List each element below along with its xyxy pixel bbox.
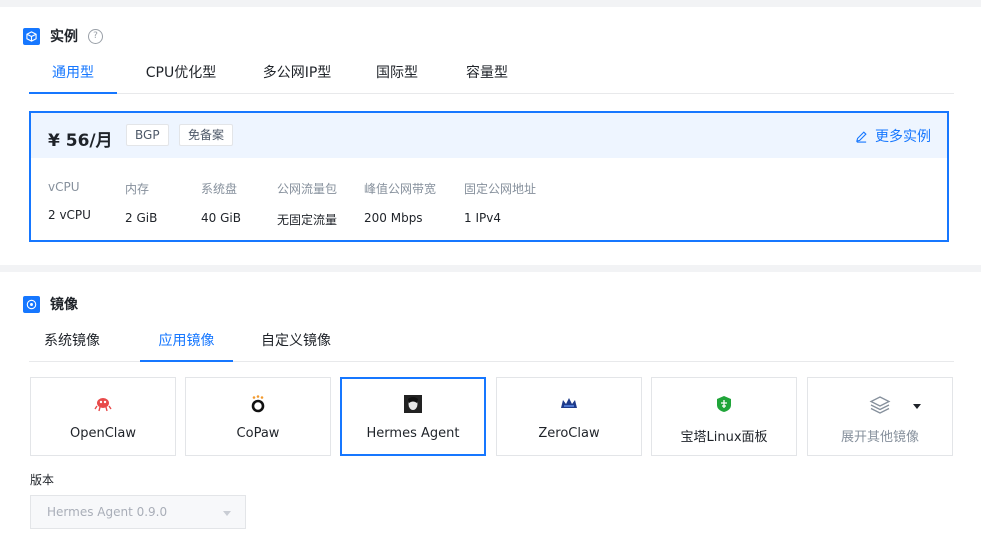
image-header: 镜像: [23, 294, 78, 314]
app-name: ZeroClaw: [538, 426, 600, 441]
spec-label: vCPU: [48, 180, 80, 194]
app-card-expand-more[interactable]: 展开其他镜像: [807, 377, 953, 456]
spec-traffic: 公网流量包 无固定流量: [277, 180, 337, 228]
spec-value: 200 Mbps: [364, 211, 423, 225]
tab-general[interactable]: 通用型: [29, 60, 117, 94]
tab-system-image[interactable]: 系统镜像: [41, 328, 103, 361]
spec-value: 2 GiB: [125, 211, 158, 225]
more-instances-label: 更多实例: [875, 129, 931, 145]
spec-label: 内存: [125, 182, 150, 196]
spec-public-ip: 固定公网地址 1 IPv4: [464, 180, 536, 225]
tab-app-image[interactable]: 应用镜像: [140, 328, 233, 362]
tab-international[interactable]: 国际型: [372, 60, 422, 93]
chevron-down-icon: [913, 404, 921, 409]
app-name: Hermes Agent: [366, 426, 460, 441]
more-instances-link[interactable]: 更多实例: [855, 126, 931, 146]
baota-icon: [717, 396, 731, 412]
chevron-down-icon: [223, 511, 231, 516]
tag-bgp: BGP: [126, 124, 169, 146]
image-title: 镜像: [50, 297, 78, 313]
edit-icon: [856, 130, 867, 143]
layers-icon: [869, 396, 891, 414]
version-select[interactable]: Hermes Agent 0.9.0: [30, 495, 246, 529]
app-name: 宝塔Linux面板: [680, 430, 768, 445]
app-name: CoPaw: [236, 426, 280, 441]
spec-label: 公网流量包: [277, 182, 338, 196]
app-card-copaw[interactable]: CoPaw: [185, 377, 331, 456]
hermes-agent-icon: [404, 395, 422, 413]
tab-multi-ip[interactable]: 多公网IP型: [255, 60, 339, 93]
tab-cpu-optimized[interactable]: CPU优化型: [135, 60, 227, 93]
spec-disk: 系统盘 40 GiB: [201, 180, 241, 225]
spec-bandwidth: 峰值公网带宽 200 Mbps: [364, 180, 436, 225]
instance-section: 实例 ? 通用型 CPU优化型 多公网IP型 国际型 容量型 ¥ 56/月 BG…: [0, 7, 981, 265]
spec-label: 系统盘: [201, 182, 238, 196]
spec-label: 固定公网地址: [464, 182, 537, 196]
app-name: OpenClaw: [69, 426, 136, 441]
copaw-icon: [251, 395, 265, 413]
image-tabs: 系统镜像 应用镜像 自定义镜像: [29, 328, 954, 362]
spec-label: 峰值公网带宽: [364, 182, 437, 196]
instance-header: 实例 ?: [23, 26, 103, 46]
openclaw-icon: [94, 398, 112, 412]
image-disc-icon: [23, 295, 40, 313]
help-icon[interactable]: ?: [88, 28, 103, 44]
app-name: 展开其他镜像: [840, 430, 919, 445]
tab-custom-image[interactable]: 自定义镜像: [257, 328, 335, 361]
version-label: 版本: [30, 473, 55, 487]
plan-header: ¥ 56/月 BGP 免备案 更多实例: [31, 113, 947, 158]
spec-vcpu: vCPU 2 vCPU: [48, 180, 91, 222]
tag-no-filing: 免备案: [179, 124, 234, 146]
spec-value: 40 GiB: [201, 211, 241, 225]
version-value: Hermes Agent 0.9.0: [47, 505, 168, 519]
instance-plan-card[interactable]: ¥ 56/月 BGP 免备案 更多实例 vCPU 2 vCPU 内存 2 GiB…: [29, 111, 949, 242]
app-card-hermes-agent[interactable]: Hermes Agent: [340, 377, 486, 456]
image-section: 镜像 系统镜像 应用镜像 自定义镜像 OpenClaw CoPaw Hermes…: [0, 272, 981, 536]
plan-price: ¥ 56/月: [48, 131, 113, 151]
spec-memory: 内存 2 GiB: [125, 180, 157, 225]
spec-value: 2 vCPU: [48, 208, 91, 222]
instance-tabs: 通用型 CPU优化型 多公网IP型 国际型 容量型: [29, 60, 954, 94]
app-card-zeroclaw[interactable]: ZeroClaw: [496, 377, 642, 456]
app-card-openclaw[interactable]: OpenClaw: [30, 377, 176, 456]
tab-capacity[interactable]: 容量型: [462, 60, 512, 93]
app-card-baota[interactable]: 宝塔Linux面板: [651, 377, 797, 456]
zeroclaw-icon: [561, 398, 577, 408]
instance-title: 实例: [50, 29, 78, 45]
spec-value: 1 IPv4: [464, 211, 501, 225]
spec-value: 无固定流量: [277, 213, 338, 227]
instance-cube-icon: [23, 27, 40, 45]
